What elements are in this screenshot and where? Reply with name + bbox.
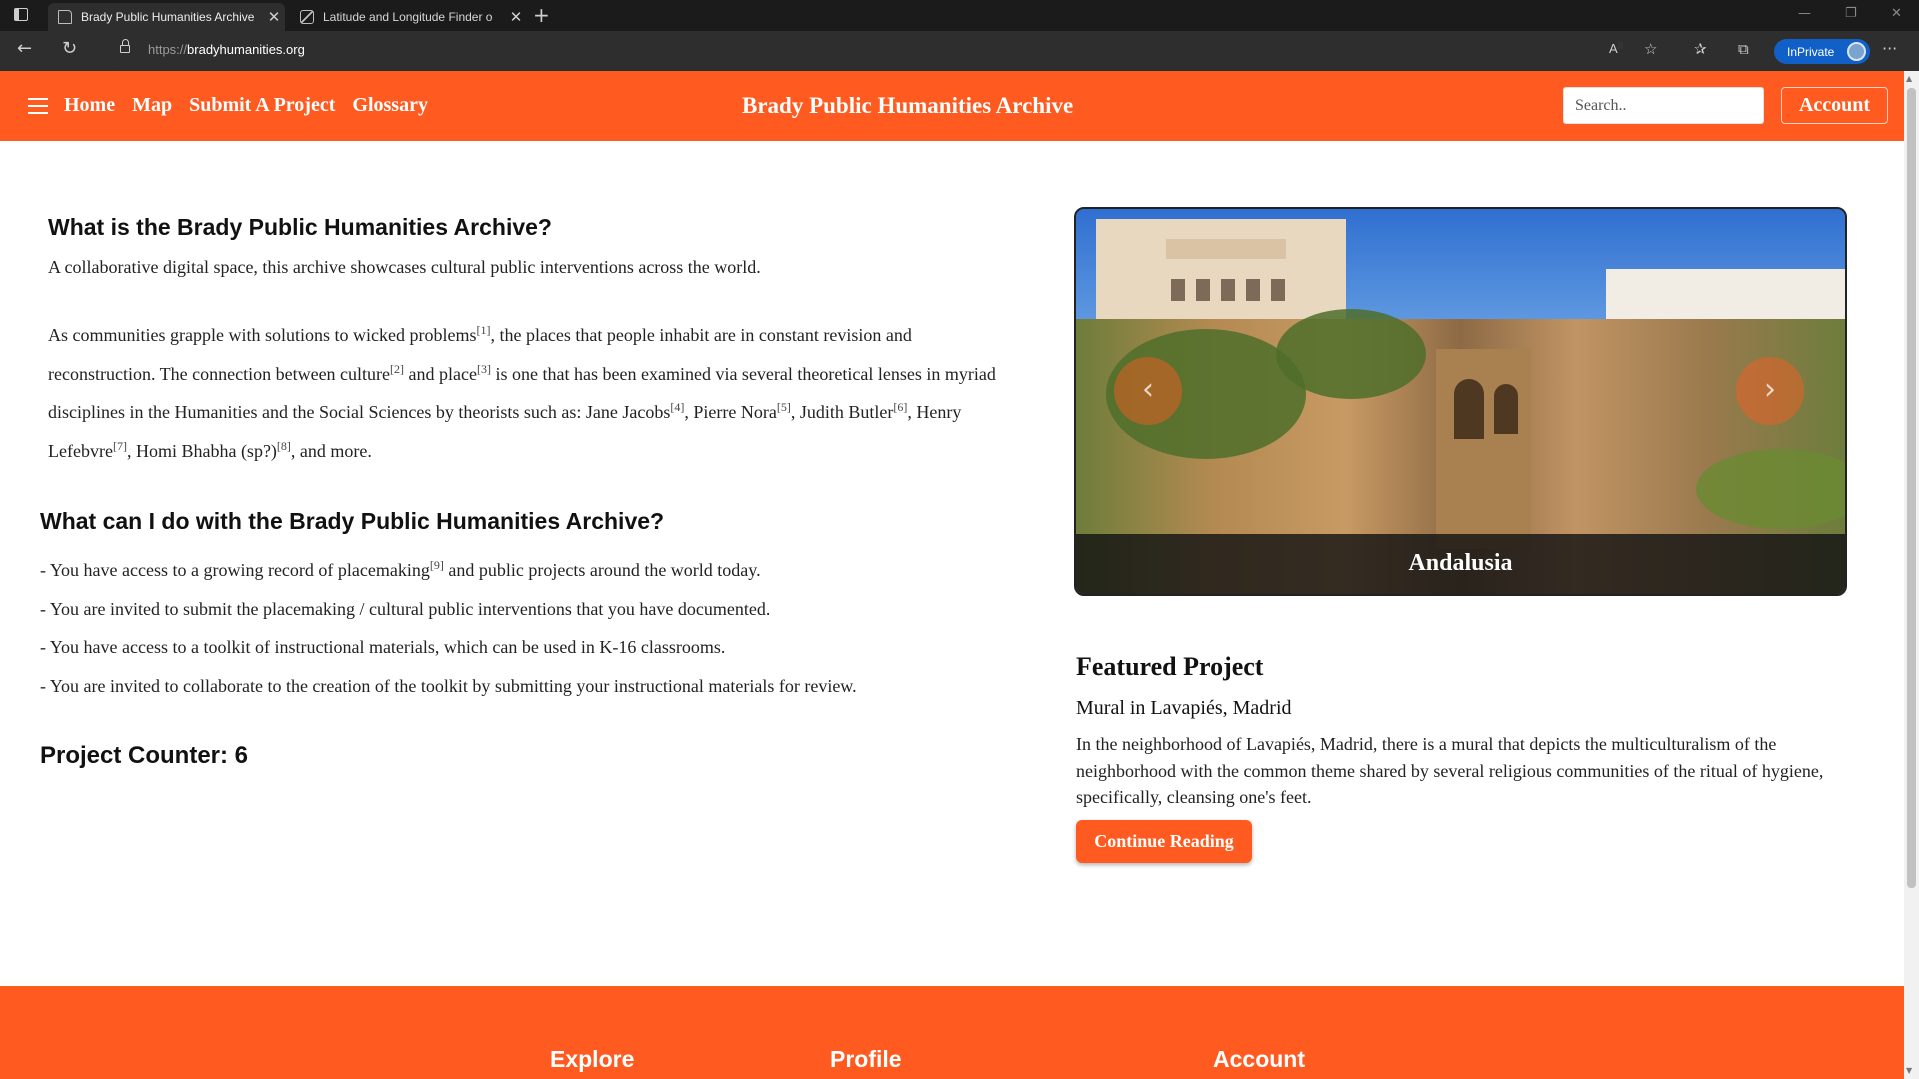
window-shape bbox=[1171, 279, 1185, 301]
nav-glossary[interactable]: Glossary bbox=[352, 94, 428, 117]
window-shape bbox=[1196, 279, 1210, 301]
footnote-link[interactable]: [9] bbox=[430, 558, 444, 572]
search-input[interactable] bbox=[1563, 87, 1764, 124]
footnote-link[interactable]: [4] bbox=[670, 400, 684, 414]
footnote-link[interactable]: [6] bbox=[893, 400, 907, 414]
more-options-icon[interactable]: ··· bbox=[1882, 39, 1897, 58]
back-icon[interactable]: ← bbox=[17, 39, 32, 59]
about-heading: What is the Brady Public Humanities Arch… bbox=[48, 214, 552, 240]
bridge-arch-shape bbox=[1454, 379, 1484, 439]
scroll-up-icon[interactable]: ▲ bbox=[1906, 74, 1912, 83]
site-footer: Explore Profile Account bbox=[0, 986, 1904, 1079]
image-carousel[interactable]: ‹ › Andalusia bbox=[1074, 207, 1847, 596]
footer-account-heading: Account bbox=[1213, 1046, 1305, 1072]
building-shape bbox=[1166, 239, 1286, 259]
url-text[interactable]: https://bradyhumanities.org bbox=[148, 42, 305, 57]
tab-title: Brady Public Humanities Archive bbox=[81, 10, 255, 24]
nav-submit-project[interactable]: Submit A Project bbox=[189, 94, 335, 117]
carousel-caption: Andalusia bbox=[1076, 534, 1845, 594]
lock-icon[interactable] bbox=[120, 39, 130, 53]
read-aloud-icon[interactable]: A)) bbox=[1609, 40, 1623, 58]
close-window-icon[interactable]: ✕ bbox=[1891, 6, 1902, 21]
account-button[interactable]: Account bbox=[1781, 87, 1888, 124]
list-item: - You are invited to submit the placemak… bbox=[40, 598, 771, 619]
featured-heading: Featured Project bbox=[1076, 652, 1264, 681]
footnote-link[interactable]: [8] bbox=[277, 439, 291, 453]
page-icon bbox=[58, 10, 72, 24]
bridge-shape bbox=[1436, 349, 1531, 549]
hamburger-menu-icon[interactable] bbox=[28, 98, 48, 114]
scroll-down-icon[interactable]: ▼ bbox=[1906, 1066, 1912, 1075]
inprivate-badge[interactable]: InPrivate bbox=[1774, 39, 1870, 64]
featured-description: In the neighborhood of Lavapiés, Madrid,… bbox=[1076, 734, 1824, 807]
add-favorite-icon[interactable]: ☆ bbox=[1644, 40, 1657, 58]
bridge-arch-shape bbox=[1494, 384, 1518, 434]
address-bar[interactable]: https://bradyhumanities.org bbox=[106, 36, 1696, 66]
footer-profile-heading: Profile bbox=[830, 1046, 902, 1072]
window-shape bbox=[1246, 279, 1260, 301]
about-lead: A collaborative digital space, this arch… bbox=[48, 257, 761, 277]
profile-avatar[interactable] bbox=[1847, 42, 1866, 61]
inprivate-label: InPrivate bbox=[1787, 44, 1835, 59]
greenery-shape bbox=[1276, 309, 1426, 399]
footnote-link[interactable]: [5] bbox=[777, 400, 791, 414]
window-shape bbox=[1221, 279, 1235, 301]
refresh-icon[interactable]: ↻ bbox=[62, 39, 77, 59]
site-favicon-icon bbox=[300, 10, 314, 24]
window-shape bbox=[1271, 279, 1285, 301]
browser-toolbar: ← ↻ https://bradyhumanities.org A)) ☆ ✰ … bbox=[0, 31, 1919, 71]
main-nav: Home Map Submit A Project Glossary bbox=[64, 94, 428, 117]
tab-latlong-finder[interactable]: Latitude and Longitude Finder o ✕ bbox=[290, 3, 527, 31]
browser-tab-bar: Brady Public Humanities Archive ✕ Latitu… bbox=[0, 0, 1919, 31]
footnote-link[interactable]: [1] bbox=[476, 323, 490, 337]
site-header: Home Map Submit A Project Glossary Brady… bbox=[0, 71, 1904, 141]
project-counter: Project Counter: 6 bbox=[40, 742, 249, 769]
restore-icon[interactable]: ❐ bbox=[1845, 6, 1857, 21]
about-body: As communities grapple with solutions to… bbox=[48, 323, 996, 461]
nav-home[interactable]: Home bbox=[64, 94, 115, 117]
footnote-link[interactable]: [3] bbox=[477, 362, 491, 376]
list-item: - You have access to a growing record of… bbox=[40, 558, 761, 580]
tab-brady-archive[interactable]: Brady Public Humanities Archive ✕ bbox=[48, 3, 285, 31]
what-can-i-do-heading: What can I do with the Brady Public Huma… bbox=[40, 508, 665, 534]
site-title[interactable]: Brady Public Humanities Archive bbox=[742, 93, 1073, 119]
carousel-prev-button[interactable]: ‹ bbox=[1114, 357, 1182, 425]
building-shape bbox=[1096, 219, 1346, 329]
footnote-link[interactable]: [2] bbox=[390, 362, 404, 376]
carousel-next-button[interactable]: › bbox=[1736, 357, 1804, 425]
new-tab-icon[interactable]: + bbox=[533, 3, 550, 27]
tab-actions-icon[interactable] bbox=[14, 8, 28, 21]
footer-explore-heading: Explore bbox=[550, 1046, 635, 1072]
benefits-list: - You have access to a growing record of… bbox=[40, 551, 857, 705]
minimize-icon[interactable]: — bbox=[1798, 6, 1811, 21]
continue-reading-button[interactable]: Continue Reading bbox=[1076, 820, 1252, 863]
collections-icon[interactable]: ⧉ bbox=[1738, 40, 1749, 58]
close-tab-icon[interactable]: ✕ bbox=[263, 8, 285, 26]
footnote-link[interactable]: [7] bbox=[113, 439, 127, 453]
list-item: - You are invited to collaborate to the … bbox=[40, 675, 857, 696]
featured-title: Mural in Lavapiés, Madrid bbox=[1076, 697, 1292, 719]
close-tab-icon[interactable]: ✕ bbox=[505, 8, 527, 26]
favorites-icon[interactable]: ✰ bbox=[1694, 40, 1707, 58]
tab-title: Latitude and Longitude Finder o bbox=[323, 10, 493, 24]
nav-map[interactable]: Map bbox=[132, 94, 172, 117]
list-item: - You have access to a toolkit of instru… bbox=[40, 637, 726, 657]
scrollbar-thumb[interactable] bbox=[1907, 88, 1916, 888]
